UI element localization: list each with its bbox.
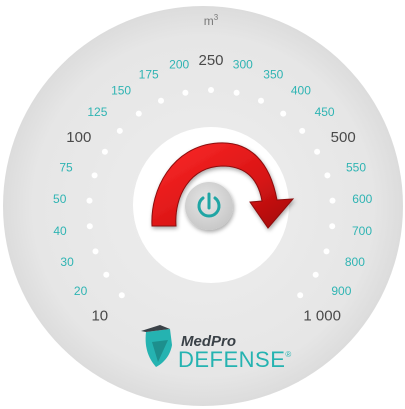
scale-label-20: 20: [74, 284, 88, 298]
scale-dot: [329, 197, 336, 204]
scale-label-200: 200: [169, 57, 189, 71]
scale-dot: [135, 110, 142, 117]
scale-label-30: 30: [60, 255, 74, 269]
scale-dot: [118, 292, 125, 299]
scale-label-400: 400: [291, 84, 311, 98]
scale-label-450: 450: [315, 105, 335, 119]
scale-dot: [297, 292, 304, 299]
scale-dot: [258, 97, 264, 104]
scale-dot: [92, 248, 99, 255]
brand-name-line2: DEFENSE®: [178, 347, 292, 372]
scale-dot: [86, 197, 93, 204]
scale-dot: [208, 87, 214, 93]
scale-dot: [233, 89, 240, 96]
scale-dot: [299, 127, 306, 134]
scale-label-550: 550: [346, 160, 366, 174]
scale-dot: [182, 89, 189, 96]
scale-label-500: 500: [331, 129, 356, 146]
scale-label-700: 700: [352, 224, 372, 238]
scale-label-75: 75: [59, 160, 73, 174]
scale-label-300: 300: [233, 57, 253, 71]
scale-dot: [86, 223, 93, 230]
scale-dot: [101, 148, 108, 155]
scale-dot: [314, 148, 321, 155]
scale-label-250: 250: [198, 52, 223, 69]
scale-label-150: 150: [111, 84, 131, 98]
scale-label-175: 175: [139, 67, 159, 81]
scale-dot: [91, 172, 98, 179]
scale-label-125: 125: [87, 105, 107, 119]
scale-label-100: 100: [66, 129, 91, 146]
scale-label-350: 350: [263, 67, 283, 81]
scale-dot: [323, 248, 330, 255]
scale-dot: [116, 127, 123, 134]
volume-dial[interactable]: m3 102030405075100125150175200 250 3003504…: [0, 0, 405, 409]
scale-label-50: 50: [53, 192, 67, 206]
scale-label-10: 10: [91, 308, 108, 325]
scale-label-40: 40: [53, 224, 67, 238]
scale-label-1000: 1 000: [303, 308, 341, 325]
scale-dot: [312, 271, 319, 278]
power-button[interactable]: [185, 182, 233, 230]
scale-label-600: 600: [352, 192, 372, 206]
scale-dot: [103, 271, 110, 278]
scale-dot: [158, 97, 164, 104]
scale-dot: [280, 110, 287, 117]
scale-label-900: 900: [331, 284, 351, 298]
scale-label-800: 800: [345, 255, 365, 269]
scale-dot: [324, 172, 331, 179]
scale-dot: [329, 223, 336, 230]
